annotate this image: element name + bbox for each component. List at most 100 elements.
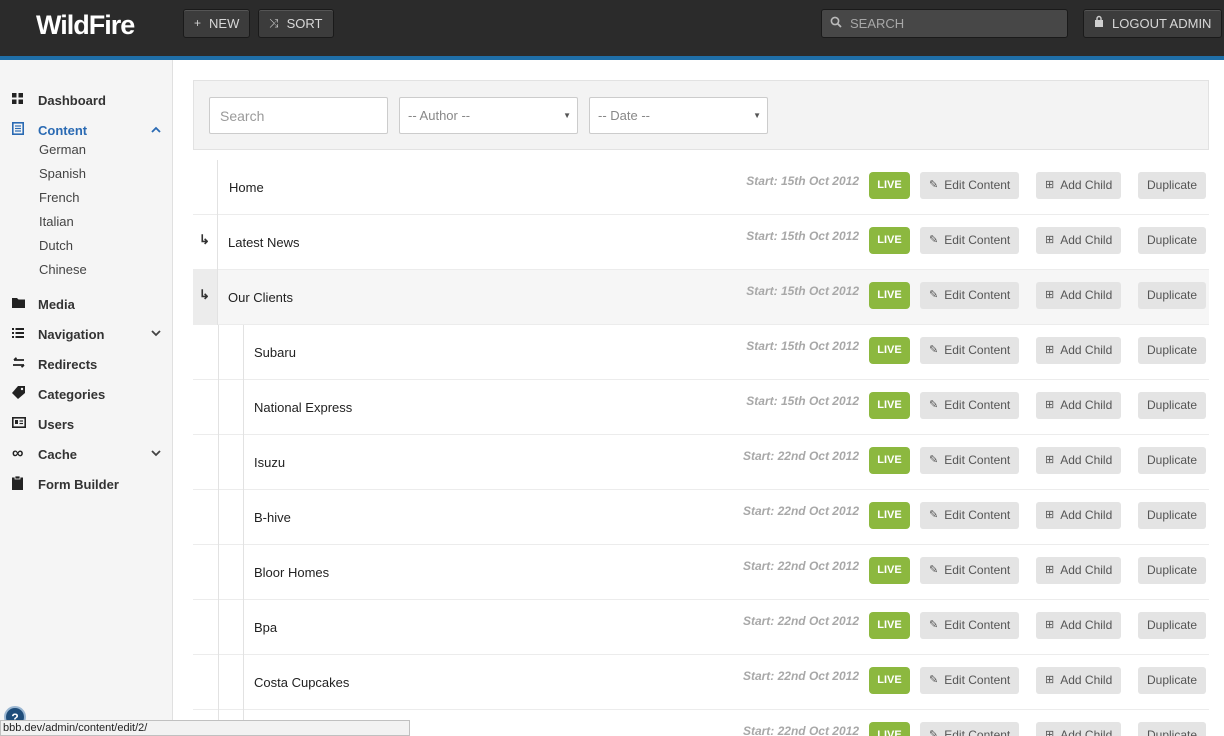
edit-content-button[interactable]: ✎ Edit Content [920,667,1020,694]
row-title[interactable]: Isuzu [254,455,285,470]
row-title[interactable]: Bloor Homes [254,565,329,580]
edit-content-label: Edit Content [944,618,1011,632]
duplicate-button[interactable]: Duplicate [1138,557,1207,584]
user-card-icon [12,417,38,431]
edit-content-button[interactable]: ✎ Edit Content [920,227,1020,254]
row-title[interactable]: B-hive [254,510,291,525]
edit-content-button[interactable]: ✎ Edit Content [920,282,1020,309]
row-title[interactable]: Costa Cupcakes [254,675,349,690]
row-start-date: Start: 22nd Oct 2012 [742,559,859,573]
add-child-button[interactable]: ⊞ Add Child [1036,502,1122,529]
add-child-button[interactable]: ⊞ Add Child [1036,392,1122,419]
author-select[interactable]: -- Author -- ▼ [399,97,578,134]
sidebar-subitem-french[interactable]: French [39,189,79,207]
sidebar-subitem-italian[interactable]: Italian [39,213,74,231]
app-logo[interactable]: WildFire [36,10,135,41]
top-search-input[interactable] [850,16,1050,31]
sidebar-item-navigation[interactable]: Navigation [12,324,167,344]
sidebar-item-label: Media [38,296,75,312]
sidebar-item-form-builder[interactable]: Form Builder [12,474,167,494]
edit-content-button[interactable]: ✎ Edit Content [920,447,1020,474]
chevron-down-icon[interactable] [151,329,161,340]
row-title[interactable]: Subaru [254,345,296,360]
sidebar-item-cache[interactable]: ∞ Cache [12,444,167,464]
live-badge[interactable]: LIVE [869,557,910,584]
duplicate-button[interactable]: Duplicate [1138,337,1207,364]
live-badge[interactable]: LIVE [869,172,910,199]
duplicate-button[interactable]: Duplicate [1138,282,1207,309]
tag-icon [12,386,38,402]
duplicate-button[interactable]: Duplicate [1138,172,1207,199]
row-title[interactable]: Bpa [254,620,277,635]
duplicate-button[interactable]: Duplicate [1138,722,1207,736]
edit-content-label: Edit Content [944,728,1011,736]
edit-content-button[interactable]: ✎ Edit Content [920,337,1020,364]
sidebar-item-dashboard[interactable]: Dashboard [12,90,167,110]
duplicate-button[interactable]: Duplicate [1138,447,1207,474]
sidebar-item-media[interactable]: Media [12,294,167,314]
sort-button[interactable]: ⤨ SORT [258,9,334,38]
live-badge[interactable]: LIVE [869,667,910,694]
edit-content-button[interactable]: ✎ Edit Content [920,722,1020,736]
duplicate-button[interactable]: Duplicate [1138,612,1207,639]
top-search[interactable] [821,9,1068,38]
row-start-date: Start: 22nd Oct 2012 [742,504,859,518]
edit-content-button[interactable]: ✎ Edit Content [920,612,1020,639]
add-child-button[interactable]: ⊞ Add Child [1036,337,1122,364]
content-search-input[interactable] [209,97,388,134]
sidebar-item-categories[interactable]: Categories [12,384,167,404]
add-child-button[interactable]: ⊞ Add Child [1036,722,1122,736]
chevron-up-icon[interactable] [151,125,161,136]
pencil-icon: ✎ [929,234,939,246]
edit-content-button[interactable]: ✎ Edit Content [920,502,1020,529]
add-child-button[interactable]: ⊞ Add Child [1036,557,1122,584]
live-badge[interactable]: LIVE [869,227,910,254]
add-child-button[interactable]: ⊞ Add Child [1036,447,1122,474]
edit-content-button[interactable]: ✎ Edit Content [920,392,1020,419]
live-badge[interactable]: LIVE [869,722,910,736]
date-select[interactable]: -- Date -- ▼ [589,97,768,134]
new-button[interactable]: + NEW [183,9,251,38]
pencil-icon: ✎ [929,399,939,411]
add-child-button[interactable]: ⊞ Add Child [1036,612,1122,639]
add-child-button[interactable]: ⊞ Add Child [1036,667,1122,694]
duplicate-button[interactable]: Duplicate [1138,502,1207,529]
row-title[interactable]: Our Clients [228,290,293,305]
sidebar-item-users[interactable]: Users [12,414,167,434]
row-title[interactable]: Latest News [228,235,300,250]
logout-button[interactable]: LOGOUT ADMIN [1083,9,1223,38]
live-badge[interactable]: LIVE [869,337,910,364]
duplicate-label: Duplicate [1147,288,1198,302]
live-badge[interactable]: LIVE [869,612,910,639]
row-start-date: Start: 15th Oct 2012 [746,394,859,408]
sidebar-item-redirects[interactable]: Redirects [12,354,167,374]
duplicate-button[interactable]: Duplicate [1138,667,1207,694]
live-badge[interactable]: LIVE [869,502,910,529]
add-child-button[interactable]: ⊞ Add Child [1036,227,1122,254]
live-badge[interactable]: LIVE [869,392,910,419]
plus-icon: + [194,16,202,30]
live-badge[interactable]: LIVE [869,282,910,309]
table-row: Bloor Homes Start: 22nd Oct 2012 LIVE ✎ E… [193,545,1209,600]
live-badge[interactable]: LIVE [869,447,910,474]
edit-content-button[interactable]: ✎ Edit Content [920,172,1020,199]
row-title[interactable]: Home [229,180,264,195]
add-child-button[interactable]: ⊞ Add Child [1036,172,1122,199]
row-start-date: Start: 22nd Oct 2012 [742,669,859,683]
row-title[interactable]: National Express [254,400,352,415]
search-icon [830,16,842,31]
sidebar-subitem-spanish[interactable]: Spanish [39,165,86,183]
table-row: Bpa Start: 22nd Oct 2012 LIVE ✎ Edit Cont… [193,600,1209,655]
top-bar-accent [0,56,1224,60]
duplicate-button[interactable]: Duplicate [1138,227,1207,254]
sidebar-subitem-german[interactable]: German [39,141,86,159]
chevron-down-icon[interactable] [151,449,161,460]
pencil-icon: ✎ [929,289,939,301]
sidebar-subitem-dutch[interactable]: Dutch [39,237,73,255]
edit-content-button[interactable]: ✎ Edit Content [920,557,1020,584]
add-child-button[interactable]: ⊞ Add Child [1036,282,1122,309]
edit-content-label: Edit Content [944,453,1011,467]
duplicate-button[interactable]: Duplicate [1138,392,1207,419]
sidebar-subitem-chinese[interactable]: Chinese [39,261,87,279]
sidebar-item-content[interactable]: Content [12,120,167,140]
